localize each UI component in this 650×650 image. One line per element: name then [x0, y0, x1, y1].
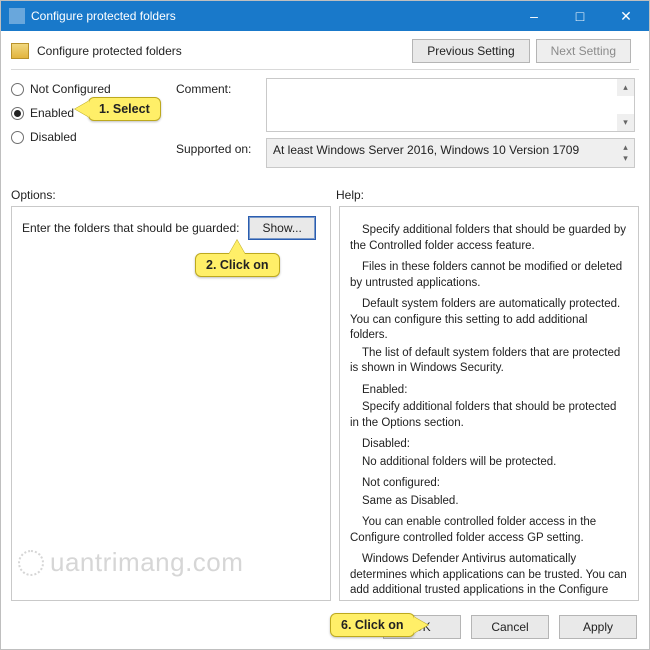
supported-text: At least Windows Server 2016, Windows 10…: [273, 143, 579, 157]
policy-icon: [11, 43, 29, 59]
help-line: Enabled:: [350, 383, 628, 399]
page-title: Configure protected folders: [37, 44, 412, 58]
next-setting-button[interactable]: Next Setting: [536, 39, 631, 63]
help-line: Specify additional folders that should b…: [350, 223, 628, 254]
dialog-buttons: OK Cancel Apply: [1, 607, 649, 649]
help-heading: Help:: [336, 188, 639, 202]
radio-not-configured[interactable]: Not Configured: [11, 82, 176, 96]
help-line: Files in these folders cannot be modifie…: [350, 260, 628, 291]
help-line: Default system folders are automatically…: [350, 297, 628, 344]
close-button[interactable]: ✕: [603, 1, 649, 31]
minimize-button[interactable]: –: [511, 1, 557, 31]
titlebar: Configure protected folders – □ ✕: [1, 1, 649, 31]
help-panel: Specify additional folders that should b…: [339, 206, 639, 601]
header-row: Configure protected folders Previous Set…: [1, 31, 649, 69]
radio-icon: [11, 107, 24, 120]
options-row: Enter the folders that should be guarded…: [22, 217, 320, 239]
help-line: Disabled:: [350, 437, 628, 453]
comment-input[interactable]: ▴ ▾: [266, 78, 635, 132]
cancel-button[interactable]: Cancel: [471, 615, 549, 639]
options-panel: Enter the folders that should be guarded…: [11, 206, 331, 601]
help-line: Specify additional folders that should b…: [350, 400, 628, 431]
panels: Enter the folders that should be guarded…: [1, 206, 649, 607]
radio-icon: [11, 83, 24, 96]
comment-label: Comment:: [176, 78, 266, 132]
window-controls: – □ ✕: [511, 1, 649, 31]
supported-on-value: At least Windows Server 2016, Windows 10…: [266, 138, 635, 168]
scroll-down-icon[interactable]: ▾: [617, 150, 634, 167]
help-line: You can enable controlled folder access …: [350, 515, 628, 546]
enter-folders-label: Enter the folders that should be guarded…: [22, 221, 239, 235]
help-line: Not configured:: [350, 476, 628, 492]
supported-row: Supported on: At least Windows Server 20…: [176, 138, 639, 168]
app-icon: [9, 8, 25, 24]
previous-setting-button[interactable]: Previous Setting: [412, 39, 529, 63]
help-line: The list of default system folders that …: [350, 346, 628, 377]
help-line: Windows Defender Antivirus automatically…: [350, 552, 628, 601]
comment-row: Comment: ▴ ▾: [176, 78, 639, 132]
state-radio-group: Not Configured Enabled Disabled: [11, 78, 176, 174]
radio-icon: [11, 131, 24, 144]
help-line: Same as Disabled.: [350, 494, 628, 510]
scroll-down-icon[interactable]: ▾: [617, 114, 634, 131]
apply-button[interactable]: Apply: [559, 615, 637, 639]
help-line: No additional folders will be protected.: [350, 455, 628, 471]
help-text: Specify additional folders that should b…: [350, 223, 628, 601]
scroll-up-icon[interactable]: ▴: [617, 79, 634, 96]
fields-column: Comment: ▴ ▾ Supported on: At least Wind…: [176, 78, 639, 174]
ok-button[interactable]: OK: [383, 615, 461, 639]
radio-label: Not Configured: [30, 82, 111, 96]
options-heading: Options:: [11, 188, 336, 202]
gpo-editor-window: Configure protected folders – □ ✕ Config…: [0, 0, 650, 650]
supported-label: Supported on:: [176, 138, 266, 168]
nav-buttons: Previous Setting Next Setting: [412, 39, 631, 63]
radio-label: Enabled: [30, 106, 74, 120]
radio-enabled[interactable]: Enabled: [11, 106, 176, 120]
show-button[interactable]: Show...: [249, 217, 314, 239]
radio-disabled[interactable]: Disabled: [11, 130, 176, 144]
window-title: Configure protected folders: [31, 9, 511, 23]
radio-label: Disabled: [30, 130, 77, 144]
maximize-button[interactable]: □: [557, 1, 603, 31]
mid-labels: Options: Help:: [1, 176, 649, 206]
config-area: Not Configured Enabled Disabled Comment:…: [1, 70, 649, 176]
